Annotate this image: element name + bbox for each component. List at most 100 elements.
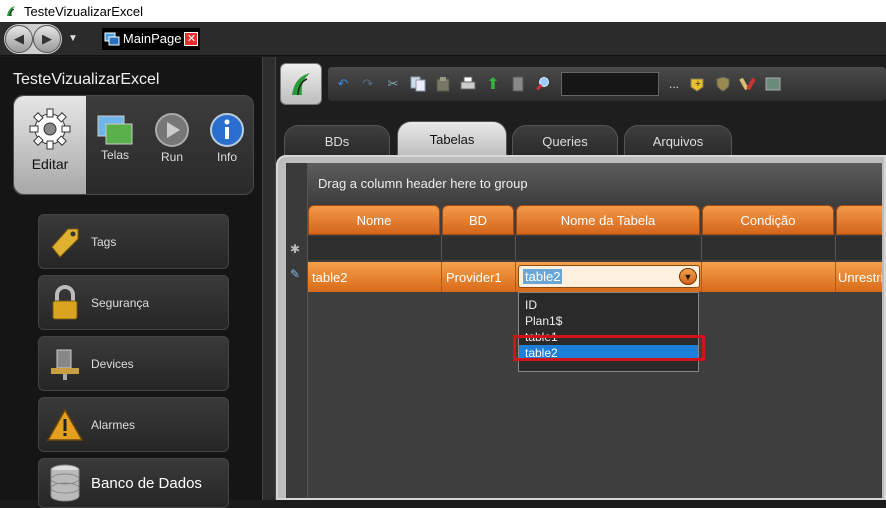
sidebar-item-devices[interactable]: Devices bbox=[38, 336, 229, 391]
sidebar-item-label: Tags bbox=[91, 234, 117, 249]
tab-bds[interactable]: BDs bbox=[284, 125, 390, 157]
info-button[interactable]: Info bbox=[200, 96, 254, 194]
dropdown-option[interactable]: ID bbox=[519, 297, 698, 313]
gear-icon bbox=[29, 108, 71, 150]
tab-content: ✱ ✎ Drag a column header here to group N… bbox=[276, 155, 886, 500]
new-row-icon: ✱ bbox=[290, 242, 301, 256]
combobox-value: table2 bbox=[523, 269, 563, 284]
column-header-label: Nome bbox=[356, 212, 392, 228]
copy-icon[interactable] bbox=[409, 75, 427, 93]
row-gutter: ✱ ✎ bbox=[286, 163, 308, 498]
warning-icon bbox=[45, 405, 85, 445]
column-header-bd[interactable]: BD bbox=[442, 205, 514, 235]
logo-icon bbox=[292, 73, 310, 96]
lock-icon bbox=[45, 283, 85, 323]
sidebar-item-alarmes[interactable]: Alarmes bbox=[38, 397, 229, 452]
column-header-label: Condição bbox=[740, 212, 796, 228]
mainpage-tab[interactable]: MainPage ✕ bbox=[101, 27, 201, 50]
sidebar-item-label: Banco de Dados bbox=[91, 474, 202, 492]
more-button[interactable]: ... bbox=[669, 77, 679, 91]
tab-label: BDs bbox=[324, 134, 350, 149]
undo-icon[interactable]: ↶ bbox=[334, 75, 352, 93]
sidebar-item-banco-de-dados[interactable]: Banco de Dados bbox=[38, 458, 229, 508]
redo-icon[interactable]: ↷ bbox=[359, 75, 377, 93]
screens-icon bbox=[97, 115, 133, 145]
info-icon bbox=[210, 113, 244, 147]
edit-pencil-icon: ✎ bbox=[290, 267, 301, 281]
sidebar-item-label: Alarmes bbox=[91, 417, 136, 432]
tab-tabelas[interactable]: Tabelas bbox=[397, 121, 507, 157]
tool-panel: Editar Telas Run Info bbox=[13, 95, 254, 195]
group-hint: Drag a column header here to group bbox=[318, 175, 528, 191]
window-titlebar: TesteVizualizarExcel bbox=[0, 0, 886, 22]
cell-extra[interactable]: Unrestric bbox=[836, 262, 882, 292]
cell-bd[interactable]: Provider1 bbox=[442, 262, 516, 292]
upload-icon[interactable]: ⬆ bbox=[484, 75, 502, 93]
column-header-label: BD bbox=[468, 212, 488, 228]
cell-nome[interactable]: table2 bbox=[308, 262, 442, 292]
editar-label: Editar bbox=[31, 156, 69, 172]
image-icon[interactable] bbox=[764, 75, 782, 93]
document-icon[interactable] bbox=[509, 75, 527, 93]
tab-label: Tabelas bbox=[429, 132, 475, 147]
sidebar-item-tags[interactable]: Tags bbox=[38, 214, 229, 269]
cut-icon[interactable]: ✂ bbox=[384, 75, 402, 93]
cell-condicao[interactable] bbox=[702, 262, 836, 292]
column-header-label: Nome da Tabela bbox=[560, 212, 656, 228]
chevron-down-icon[interactable]: ▼ bbox=[679, 268, 697, 285]
panel-splitter[interactable] bbox=[262, 57, 276, 500]
dropdown-option[interactable]: Plan1$ bbox=[519, 313, 698, 329]
toolbar: ↶ ↷ ✂ ⬆ ... + bbox=[328, 67, 886, 101]
editar-button[interactable]: Editar bbox=[14, 96, 86, 194]
close-icon[interactable]: ✕ bbox=[184, 31, 199, 46]
search-input[interactable] bbox=[561, 72, 659, 96]
arrow-right-icon: ▶ bbox=[42, 30, 52, 46]
search-icon[interactable] bbox=[534, 75, 552, 93]
table-row[interactable]: table2 Provider1 table2 ▼ Unrestric bbox=[308, 262, 882, 292]
page-icon bbox=[104, 32, 120, 45]
project-title: TesteVizualizarExcel bbox=[13, 71, 160, 88]
window-title: TesteVizualizarExcel bbox=[24, 3, 143, 19]
forward-button[interactable]: ▶ bbox=[33, 24, 61, 53]
tag-icon bbox=[45, 222, 85, 262]
tools-icon[interactable] bbox=[739, 75, 757, 93]
back-button[interactable]: ◀ bbox=[5, 24, 33, 53]
info-label: Info bbox=[216, 150, 237, 164]
run-button[interactable]: Run bbox=[144, 96, 200, 194]
column-header-nome[interactable]: Nome bbox=[308, 205, 440, 235]
tab-label: Queries bbox=[542, 134, 588, 149]
print-icon[interactable] bbox=[459, 75, 477, 93]
telas-button[interactable]: Telas bbox=[86, 96, 144, 194]
navigation-bar: ◀ ▶ ▼ MainPage ✕ bbox=[0, 22, 886, 56]
cell-nome-da-tabela[interactable]: table2 ▼ bbox=[516, 262, 702, 292]
shield-icon[interactable] bbox=[714, 75, 732, 93]
selection-highlight-box bbox=[513, 335, 705, 361]
app-icon bbox=[7, 6, 15, 17]
group-panel[interactable]: Drag a column header here to group bbox=[308, 163, 882, 203]
tab-label: Arquivos bbox=[652, 134, 704, 149]
table-name-combobox[interactable]: table2 ▼ bbox=[518, 265, 700, 288]
play-icon bbox=[155, 113, 189, 147]
left-panel: TesteVizualizarExcel Editar Telas Run In… bbox=[0, 57, 262, 508]
paste-icon[interactable] bbox=[434, 75, 452, 93]
new-row[interactable] bbox=[308, 236, 882, 260]
device-icon bbox=[45, 344, 85, 384]
tab-queries[interactable]: Queries bbox=[512, 125, 618, 157]
tab-arquivos[interactable]: Arquivos bbox=[624, 125, 732, 157]
tab-strip: BDs Tabelas Queries Arquivos bbox=[284, 121, 884, 157]
mainpage-tab-label: MainPage bbox=[122, 31, 182, 46]
tables-grid: ✱ ✎ Drag a column header here to group N… bbox=[286, 163, 882, 498]
column-header-condicao[interactable]: Condição bbox=[702, 205, 834, 235]
history-dropdown-icon[interactable]: ▼ bbox=[68, 33, 78, 44]
sidebar-item-seguranca[interactable]: Segurança bbox=[38, 275, 229, 330]
nav-buttons: ◀ ▶ bbox=[4, 23, 62, 54]
sidebar-item-label: Segurança bbox=[91, 295, 150, 310]
run-label: Run bbox=[160, 150, 183, 164]
telas-label: Telas bbox=[100, 148, 129, 162]
database-icon bbox=[45, 463, 85, 503]
main-area: ↶ ↷ ✂ ⬆ ... + BDs Tabelas Queries Arquiv… bbox=[276, 57, 886, 500]
sidebar-item-label: Devices bbox=[91, 356, 134, 371]
add-badge-icon[interactable]: + bbox=[689, 75, 707, 93]
column-header-nome-da-tabela[interactable]: Nome da Tabela bbox=[516, 205, 700, 235]
column-header-extra[interactable] bbox=[836, 205, 882, 235]
